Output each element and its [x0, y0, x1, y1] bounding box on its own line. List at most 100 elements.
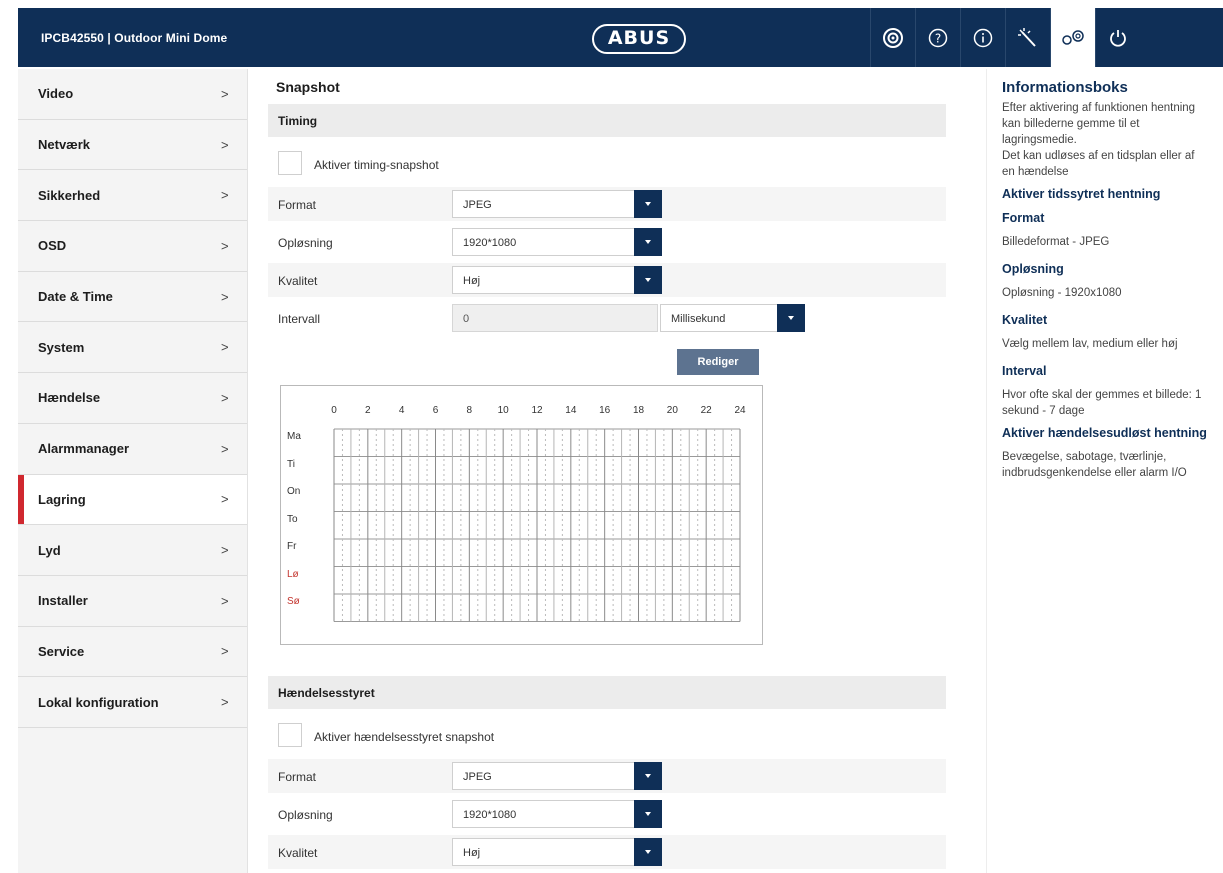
timing-snapshot-checkbox[interactable] — [278, 151, 302, 175]
sidebar-item-label: System — [38, 339, 85, 355]
select-value: Millisekund — [671, 313, 726, 325]
chevron-right-icon: > — [221, 491, 229, 507]
chevron-right-icon: > — [221, 643, 229, 659]
help-button[interactable]: ? — [915, 8, 960, 67]
event-section-header: Hændelsesstyret — [268, 676, 946, 709]
chevron-right-icon: > — [221, 289, 229, 305]
event-format-select[interactable]: JPEG — [452, 762, 662, 790]
event-resolution-select[interactable]: 1920*1080 — [452, 800, 662, 828]
timing-format-row: Format JPEG — [268, 187, 946, 221]
info-format-text: Billedeformat - JPEG — [1002, 236, 1110, 248]
dropdown-arrow-icon — [634, 266, 662, 294]
info-heading-interval: Interval — [1002, 364, 1047, 378]
select-value: Høj — [463, 847, 481, 859]
schedule-grid[interactable]: 0 2 4 6 8 10 12 14 16 18 20 22 24 Ma Ti On To Fr Lø Sø — [280, 385, 763, 645]
hour-label: 2 — [365, 405, 371, 416]
timing-quality-row: Kvalitet Høj — [268, 263, 946, 297]
chevron-right-icon: > — [221, 86, 229, 102]
sidebar-item-label: Alarmmanager — [38, 441, 130, 457]
header-bar: IPCB42550 | Outdoor Mini Dome ABUS ? — [18, 8, 1223, 67]
sidebar-item-alarm-manager[interactable]: Alarmmanager > — [18, 423, 247, 475]
chevron-right-icon: > — [221, 593, 229, 609]
sidebar-item-audio[interactable]: Lyd > — [18, 525, 247, 576]
event-snapshot-label: Aktiver hændelsesstyret snapshot — [314, 730, 495, 744]
day-label: Fr — [287, 541, 297, 552]
timing-section-header: Timing — [268, 104, 946, 137]
info-event-text: Bevægelse, sabotage, tværlinje, indbruds… — [1002, 451, 1187, 479]
logout-button[interactable] — [1095, 8, 1140, 67]
chevron-right-icon: > — [221, 187, 229, 203]
hour-label: 24 — [734, 405, 746, 416]
interval-input[interactable]: 0 — [452, 304, 658, 332]
sidebar-item-label: Netværk — [38, 137, 91, 153]
live-view-button[interactable] — [870, 8, 915, 67]
sidebar-item-label: OSD — [38, 238, 67, 254]
resolution-label: Opløsning — [278, 808, 333, 822]
hour-label: 22 — [700, 405, 712, 416]
hour-label: 8 — [466, 405, 473, 416]
sidebar-item-osd[interactable]: OSD > — [18, 221, 247, 272]
select-value: JPEG — [463, 199, 492, 211]
event-snapshot-checkbox[interactable] — [278, 723, 302, 747]
header: IPCB42550 | Outdoor Mini Dome ABUS ? — [0, 0, 1223, 69]
sidebar-item-local-config[interactable]: Lokal konfiguration > — [18, 677, 247, 728]
resolution-label: Opløsning — [278, 236, 333, 250]
info-panel: Informationsboks Efter aktivering af fun… — [986, 69, 1223, 873]
interval-label: Intervall — [278, 312, 321, 326]
hour-label: 14 — [565, 405, 577, 416]
sidebar-item-date-time[interactable]: Date & Time > — [18, 271, 247, 323]
edit-schedule-button[interactable]: Rediger — [677, 349, 759, 375]
sidebar-item-video[interactable]: Video > — [18, 69, 247, 120]
hour-label: 20 — [666, 405, 678, 416]
main-content: Snapshot Timing Aktiver timing-snapshot … — [268, 69, 976, 873]
select-value: JPEG — [463, 771, 492, 783]
schedule-grid-lines — [333, 428, 741, 622]
sidebar-item-network[interactable]: Netværk > — [18, 119, 247, 171]
sidebar-item-service[interactable]: Service > — [18, 626, 247, 678]
sidebar-item-label: Service — [38, 643, 85, 659]
event-quality-row: Kvalitet Høj — [268, 835, 946, 869]
quality-label: Kvalitet — [278, 274, 318, 288]
sidebar-item-security[interactable]: Sikkerhed > — [18, 170, 247, 222]
day-label: To — [287, 513, 298, 525]
sidebar-item-label: Hændelse — [38, 390, 101, 406]
sidebar-item-label: Lagring — [38, 491, 86, 507]
dropdown-arrow-icon — [634, 800, 662, 828]
hour-label: 0 — [331, 405, 337, 416]
select-value: Høj — [463, 275, 481, 287]
section-title: Hændelsesstyret — [278, 686, 375, 700]
sidebar-item-installer[interactable]: Installer > — [18, 575, 247, 627]
hour-label: 4 — [398, 405, 405, 416]
hour-label: 18 — [632, 405, 645, 416]
wizard-button[interactable] — [1005, 8, 1050, 67]
event-quality-select[interactable]: Høj — [452, 838, 662, 866]
section-title: Timing — [278, 114, 318, 128]
settings-button[interactable] — [1050, 8, 1095, 67]
info-heading-timed: Aktiver tidssytret hentning — [1002, 187, 1161, 201]
timing-interval-row: Intervall 0 Millisekund — [268, 301, 946, 335]
day-label: Sø — [287, 596, 300, 607]
timing-snapshot-label: Aktiver timing-snapshot — [314, 158, 439, 172]
info-button[interactable] — [960, 8, 1005, 67]
dropdown-arrow-icon — [634, 838, 662, 866]
chevron-right-icon: > — [221, 339, 229, 355]
sidebar-item-label: Sikkerhed — [38, 187, 101, 203]
power-icon — [1108, 28, 1128, 48]
info-intro: Efter aktivering af funktionen hentning … — [1002, 102, 1196, 146]
help-icon: ? — [928, 28, 948, 48]
wizard-icon — [1016, 27, 1040, 49]
hour-label: 10 — [497, 405, 509, 416]
sidebar-item-storage[interactable]: Lagring > — [18, 474, 247, 526]
dropdown-arrow-icon — [634, 190, 662, 218]
select-value: 1920*1080 — [463, 809, 517, 821]
day-label: On — [287, 486, 301, 497]
timing-format-select[interactable]: JPEG — [452, 190, 662, 218]
interval-unit-select[interactable]: Millisekund — [660, 304, 805, 332]
hour-label: 12 — [531, 405, 543, 416]
sidebar-item-system[interactable]: System > — [18, 322, 247, 374]
sidebar-item-event[interactable]: Hændelse > — [18, 373, 247, 424]
timing-quality-select[interactable]: Høj — [452, 266, 662, 294]
dropdown-arrow-icon — [634, 762, 662, 790]
timing-resolution-select[interactable]: 1920*1080 — [452, 228, 662, 256]
quality-label: Kvalitet — [278, 846, 318, 860]
